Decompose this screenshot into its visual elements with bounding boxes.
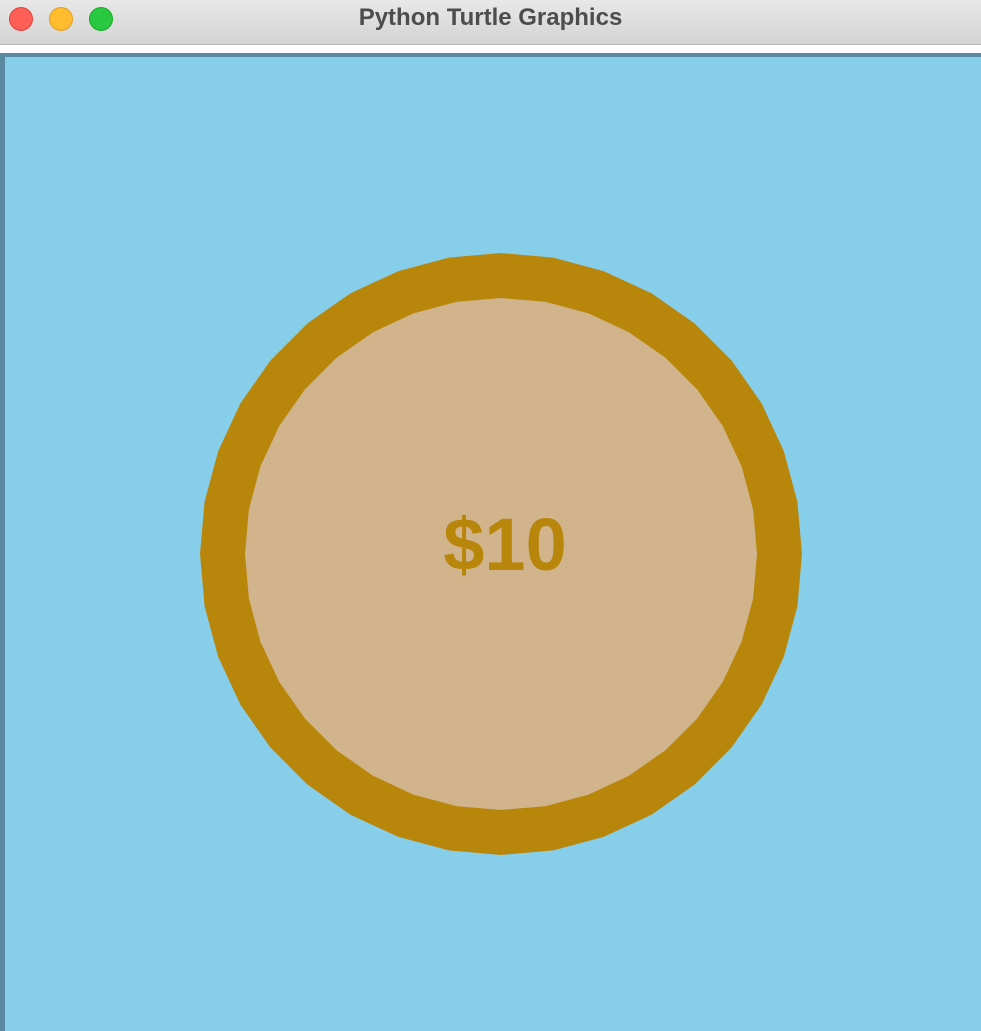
window-title: Python Turtle Graphics <box>358 4 623 31</box>
title-separator <box>0 45 981 53</box>
turtle-window: Python Turtle Graphics $10 <box>0 0 981 1031</box>
coin-value-label: $10 <box>443 503 566 586</box>
turtle-canvas[interactable]: $10 <box>0 53 981 1031</box>
coin-drawing: $10 <box>200 253 802 855</box>
title-bar[interactable]: Python Turtle Graphics <box>0 0 981 45</box>
